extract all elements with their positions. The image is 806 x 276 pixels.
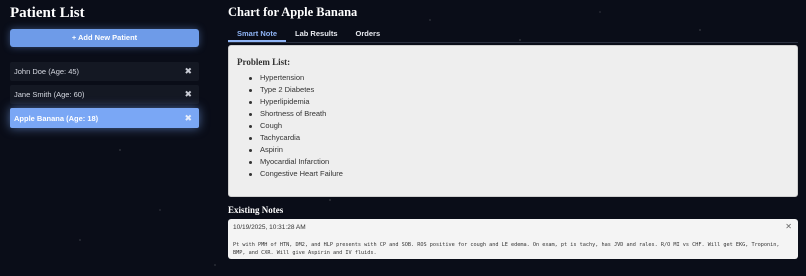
existing-note-card: 10/19/2025, 10:31:28 AM ✕ Pt with PMH of… [228, 219, 798, 259]
problem-label: Myocardial Infarction [260, 157, 330, 166]
tab-smart-note[interactable]: Smart Note [228, 27, 287, 42]
problem-list-title: Problem List: [237, 57, 291, 67]
tab-lab-results[interactable]: Lab Results [286, 27, 347, 42]
problem-label: Aspirin [260, 145, 283, 154]
bullet-icon [249, 124, 252, 128]
problem-label: Hypertension [260, 73, 305, 82]
problem-label: Type 2 Diabetes [260, 85, 315, 94]
patient-list-title: Patient List [10, 5, 85, 21]
bullet-icon [249, 136, 252, 140]
remove-patient-icon[interactable]: ✖ [184, 67, 192, 76]
problem-list-item: Cough [249, 120, 789, 132]
patient-item-john-doe[interactable]: John Doe (Age: 45) ✖ [10, 62, 199, 81]
problem-list-item: Aspirin [249, 144, 789, 156]
problem-list-item: Congestive Heart Failure [249, 168, 789, 180]
problem-label: Cough [260, 121, 283, 130]
problem-list-item: Shortness of Breath [249, 108, 789, 120]
smart-note-panel: Problem List: Hypertension Type 2 Diabet… [228, 45, 798, 197]
existing-notes-title: Existing Notes [228, 205, 284, 215]
bullet-icon [249, 160, 252, 164]
problem-list-item: Hypertension [249, 72, 789, 84]
remove-patient-icon[interactable]: ✖ [184, 90, 192, 99]
problem-list-item: Tachycardia [249, 132, 789, 144]
problem-label: Congestive Heart Failure [260, 169, 343, 178]
bullet-icon [249, 76, 252, 80]
patient-item-label: Jane Smith (Age: 60) [14, 90, 85, 99]
patient-item-apple-banana[interactable]: Apple Banana (Age: 18) ✖ [10, 108, 199, 128]
patient-item-jane-smith[interactable]: Jane Smith (Age: 60) ✖ [10, 85, 199, 104]
bullet-icon [249, 112, 252, 116]
tab-orders[interactable]: Orders [347, 27, 390, 42]
chart-panel: Chart for Apple Banana Smart Note Lab Re… [228, 0, 798, 259]
problem-list: Hypertension Type 2 Diabetes Hyperlipide… [249, 72, 789, 180]
note-text: Pt with PMH of HTN, DM2, and HLP present… [233, 242, 780, 256]
delete-note-icon[interactable]: ✕ [785, 222, 792, 231]
chart-tabs: Smart Note Lab Results Orders [228, 27, 798, 43]
remove-patient-icon[interactable]: ✖ [184, 113, 192, 123]
add-new-patient-button[interactable]: + Add New Patient [10, 29, 199, 47]
problem-list-item: Myocardial Infarction [249, 156, 789, 168]
bullet-icon [249, 172, 252, 176]
patient-sidebar: Patient List + Add New Patient John Doe … [10, 0, 199, 132]
bullet-icon [249, 88, 252, 92]
patient-item-label: Apple Banana (Age: 18) [14, 113, 99, 123]
bullet-icon [249, 148, 252, 152]
problem-list-item: Hyperlipidemia [249, 96, 789, 108]
problem-label: Tachycardia [260, 133, 301, 142]
note-timestamp: 10/19/2025, 10:31:28 AM [233, 224, 306, 231]
problem-list-item: Type 2 Diabetes [249, 84, 789, 96]
problem-label: Hyperlipidemia [260, 97, 310, 106]
patient-list: John Doe (Age: 45) ✖ Jane Smith (Age: 60… [10, 62, 199, 128]
patient-item-label: John Doe (Age: 45) [14, 67, 80, 76]
problem-label: Shortness of Breath [260, 109, 327, 118]
chart-title: Chart for Apple Banana [228, 5, 358, 19]
bullet-icon [249, 100, 252, 104]
